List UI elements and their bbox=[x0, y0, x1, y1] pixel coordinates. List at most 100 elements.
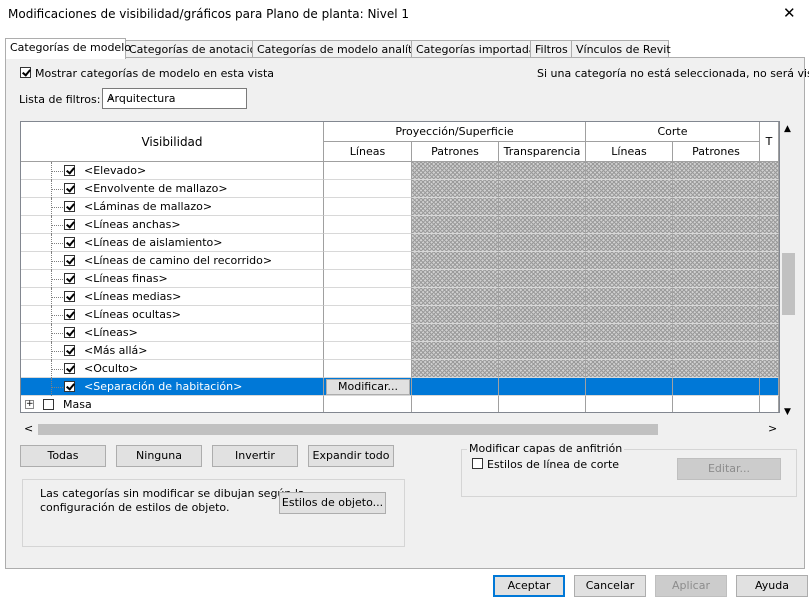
lines-cell[interactable] bbox=[324, 342, 412, 360]
table-row[interactable]: <Líneas> bbox=[21, 324, 779, 342]
table-row[interactable]: <Envolvente de mallazo> bbox=[21, 180, 779, 198]
cut-patterns-cell[interactable] bbox=[673, 324, 760, 342]
cut-lines-cell[interactable] bbox=[586, 270, 673, 288]
vertical-scroll-thumb[interactable] bbox=[782, 253, 795, 315]
patterns-cell[interactable] bbox=[412, 306, 499, 324]
table-row[interactable]: <Láminas de mallazo> bbox=[21, 198, 779, 216]
tab-annotation-categories[interactable]: Categorías de anotación bbox=[124, 40, 263, 58]
lines-cell[interactable] bbox=[324, 162, 412, 180]
halftone-cell[interactable] bbox=[760, 198, 779, 216]
table-row[interactable]: <Líneas medias> bbox=[21, 288, 779, 306]
transparency-cell[interactable] bbox=[499, 234, 586, 252]
row-visibility-checkbox[interactable] bbox=[64, 237, 75, 248]
lines-cell[interactable] bbox=[324, 234, 412, 252]
modify-button[interactable]: Modificar... bbox=[326, 379, 410, 395]
patterns-cell[interactable] bbox=[412, 396, 499, 412]
table-row[interactable]: <Líneas de camino del recorrido> bbox=[21, 252, 779, 270]
header-lines[interactable]: Líneas bbox=[324, 142, 412, 162]
halftone-cell[interactable] bbox=[760, 180, 779, 198]
lines-cell[interactable] bbox=[324, 324, 412, 342]
transparency-cell[interactable] bbox=[499, 306, 586, 324]
transparency-cell[interactable] bbox=[499, 180, 586, 198]
cut-lines-cell[interactable] bbox=[586, 324, 673, 342]
table-row[interactable]: <Líneas finas> bbox=[21, 270, 779, 288]
halftone-cell[interactable] bbox=[760, 360, 779, 378]
halftone-cell[interactable] bbox=[760, 342, 779, 360]
row-visibility-checkbox[interactable] bbox=[64, 345, 75, 356]
expand-all-button[interactable]: Expandir todo bbox=[308, 445, 394, 467]
cancel-button[interactable]: Cancelar bbox=[574, 575, 646, 597]
header-patterns[interactable]: Patrones bbox=[412, 142, 499, 162]
patterns-cell[interactable] bbox=[412, 360, 499, 378]
header-visibility[interactable]: Visibilidad bbox=[21, 122, 324, 162]
row-visibility-checkbox[interactable] bbox=[64, 255, 75, 266]
cut-line-styles-checkbox[interactable] bbox=[472, 458, 483, 469]
table-row[interactable]: <Elevado> bbox=[21, 162, 779, 180]
header-cut-lines[interactable]: Líneas bbox=[586, 142, 673, 162]
cut-lines-cell[interactable] bbox=[586, 342, 673, 360]
cut-lines-cell[interactable] bbox=[586, 396, 673, 412]
patterns-cell[interactable] bbox=[412, 270, 499, 288]
transparency-cell[interactable] bbox=[499, 252, 586, 270]
filter-list-select[interactable]: Arquitectura ⌄ bbox=[102, 88, 247, 109]
halftone-cell[interactable] bbox=[760, 234, 779, 252]
table-row[interactable]: <Líneas anchas> bbox=[21, 216, 779, 234]
scroll-up-icon[interactable]: ▲ bbox=[784, 124, 791, 134]
row-visibility-checkbox[interactable] bbox=[64, 183, 75, 194]
cut-lines-cell[interactable] bbox=[586, 378, 673, 396]
help-button[interactable]: Ayuda bbox=[736, 575, 808, 597]
lines-cell[interactable] bbox=[324, 396, 412, 412]
patterns-cell[interactable] bbox=[412, 216, 499, 234]
table-row[interactable]: <Líneas ocultas> bbox=[21, 306, 779, 324]
cut-lines-cell[interactable] bbox=[586, 306, 673, 324]
row-visibility-checkbox[interactable] bbox=[64, 201, 75, 212]
cut-patterns-cell[interactable] bbox=[673, 162, 760, 180]
transparency-cell[interactable] bbox=[499, 216, 586, 234]
scroll-right-icon[interactable]: > bbox=[768, 422, 777, 435]
cut-patterns-cell[interactable] bbox=[673, 288, 760, 306]
table-row[interactable]: <Líneas de aislamiento> bbox=[21, 234, 779, 252]
cut-lines-cell[interactable] bbox=[586, 252, 673, 270]
row-visibility-checkbox[interactable] bbox=[64, 327, 75, 338]
row-visibility-checkbox[interactable] bbox=[64, 165, 75, 176]
cut-patterns-cell[interactable] bbox=[673, 180, 760, 198]
horizontal-scroll-thumb[interactable] bbox=[38, 424, 658, 435]
transparency-cell[interactable] bbox=[499, 288, 586, 306]
tab-revit-links[interactable]: Vínculos de Revit bbox=[571, 40, 671, 58]
halftone-cell[interactable] bbox=[760, 324, 779, 342]
expand-icon[interactable]: + bbox=[25, 400, 34, 409]
halftone-cell[interactable] bbox=[760, 306, 779, 324]
row-visibility-checkbox[interactable] bbox=[64, 291, 75, 302]
lines-cell[interactable] bbox=[324, 270, 412, 288]
patterns-cell[interactable] bbox=[412, 288, 499, 306]
row-visibility-checkbox[interactable] bbox=[64, 363, 75, 374]
cut-patterns-cell[interactable] bbox=[673, 378, 760, 396]
select-all-button[interactable]: Todas bbox=[20, 445, 106, 467]
patterns-cell[interactable] bbox=[412, 180, 499, 198]
halftone-cell[interactable] bbox=[760, 378, 779, 396]
select-none-button[interactable]: Ninguna bbox=[116, 445, 202, 467]
vertical-scrollbar[interactable]: ▲ ▼ bbox=[780, 121, 797, 421]
transparency-cell[interactable] bbox=[499, 360, 586, 378]
lines-cell[interactable] bbox=[324, 288, 412, 306]
halftone-cell[interactable] bbox=[760, 288, 779, 306]
transparency-cell[interactable] bbox=[499, 198, 586, 216]
table-row[interactable]: <Oculto> bbox=[21, 360, 779, 378]
patterns-cell[interactable] bbox=[412, 252, 499, 270]
cut-patterns-cell[interactable] bbox=[673, 270, 760, 288]
object-styles-button[interactable]: Estilos de objeto... bbox=[279, 492, 386, 514]
lines-cell[interactable] bbox=[324, 306, 412, 324]
row-visibility-checkbox[interactable] bbox=[64, 273, 75, 284]
halftone-cell[interactable] bbox=[760, 216, 779, 234]
cut-lines-cell[interactable] bbox=[586, 360, 673, 378]
cut-lines-cell[interactable] bbox=[586, 288, 673, 306]
transparency-cell[interactable] bbox=[499, 396, 586, 412]
patterns-cell[interactable] bbox=[412, 378, 499, 396]
header-transparency[interactable]: Transparencia bbox=[499, 142, 586, 162]
lines-cell[interactable]: Modificar... bbox=[324, 378, 412, 396]
cut-patterns-cell[interactable] bbox=[673, 306, 760, 324]
cut-lines-cell[interactable] bbox=[586, 198, 673, 216]
scroll-down-icon[interactable]: ▼ bbox=[784, 407, 791, 417]
cut-patterns-cell[interactable] bbox=[673, 252, 760, 270]
patterns-cell[interactable] bbox=[412, 198, 499, 216]
